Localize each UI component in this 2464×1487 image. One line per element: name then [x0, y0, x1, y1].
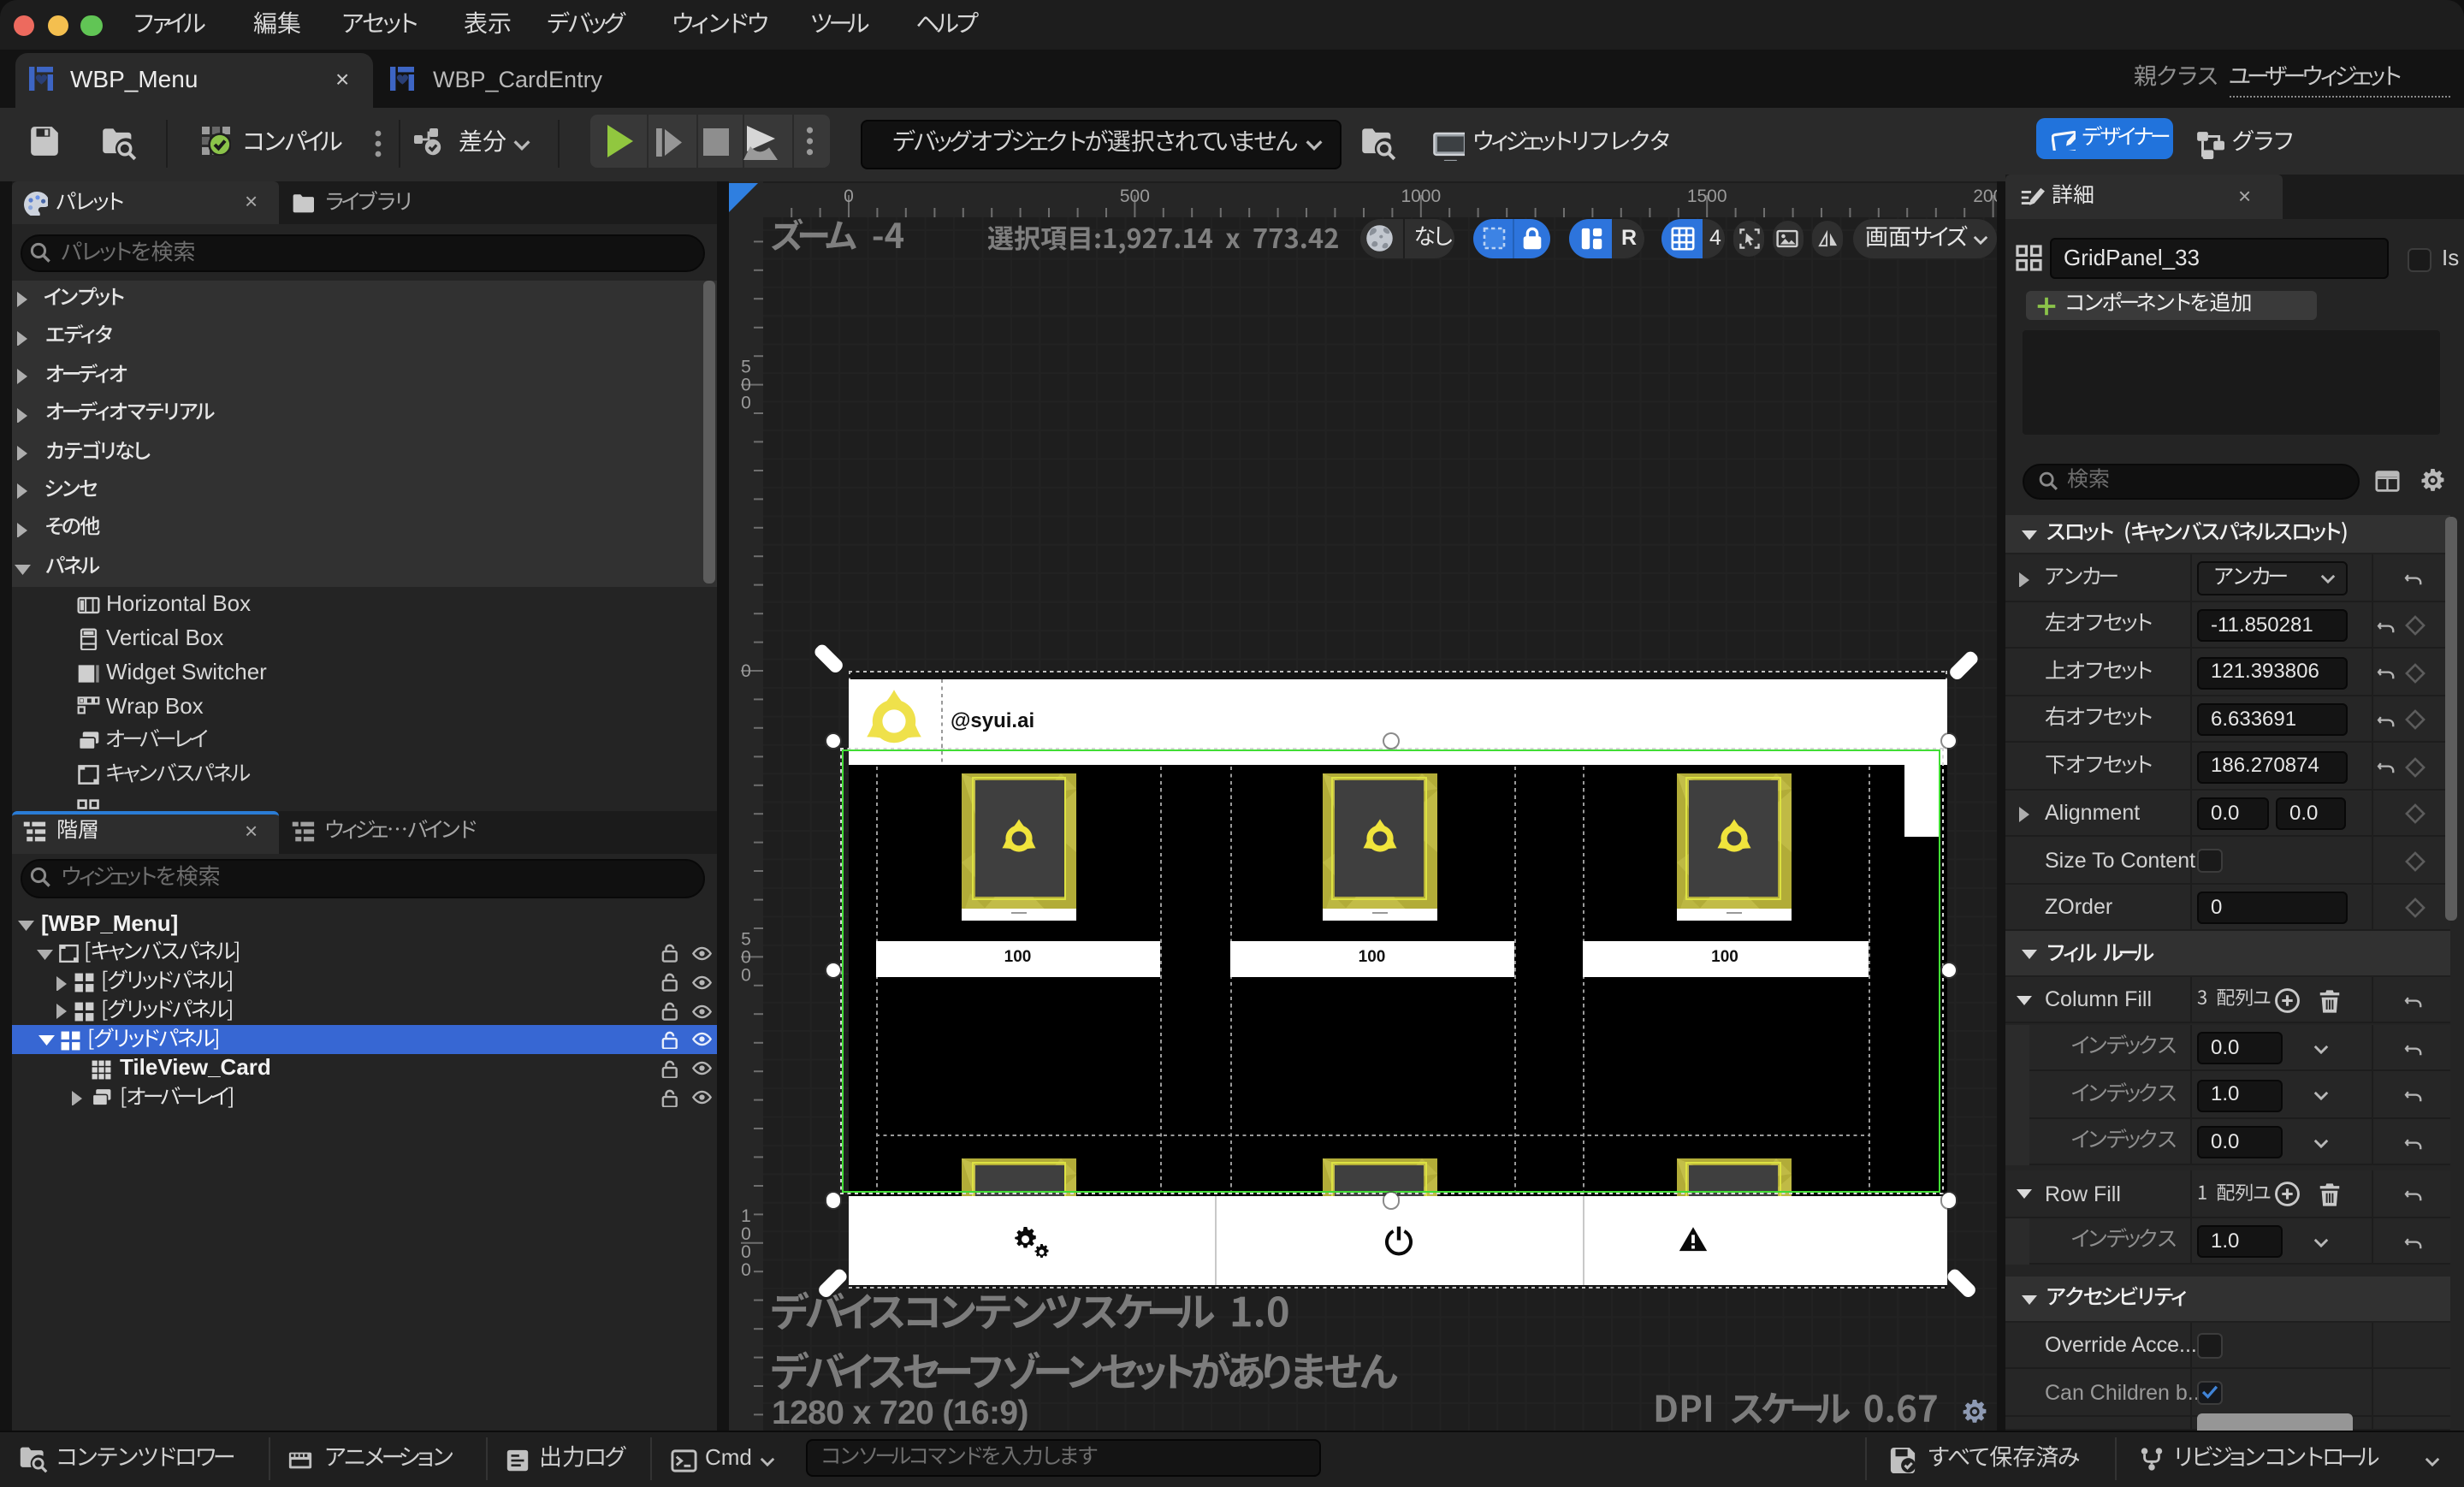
svg-text:0: 0: [740, 946, 750, 966]
svg-text:500: 500: [1119, 187, 1149, 206]
svg-text:0: 0: [740, 964, 750, 984]
svg-text:1000: 1000: [1400, 187, 1440, 206]
svg-text:5: 5: [740, 928, 750, 948]
svg-text:5: 5: [740, 357, 750, 376]
svg-text:1500: 1500: [1686, 187, 1727, 206]
svg-text:0: 0: [740, 1241, 750, 1261]
svg-text:0: 0: [740, 661, 750, 680]
svg-text:0: 0: [740, 375, 750, 394]
svg-text:0: 0: [843, 187, 853, 206]
svg-text:0: 0: [740, 1223, 750, 1243]
svg-text:0: 0: [740, 1259, 750, 1279]
svg-text:0: 0: [740, 393, 750, 412]
svg-text:1: 1: [740, 1206, 750, 1225]
svg-text:2000: 2000: [1972, 187, 1997, 206]
